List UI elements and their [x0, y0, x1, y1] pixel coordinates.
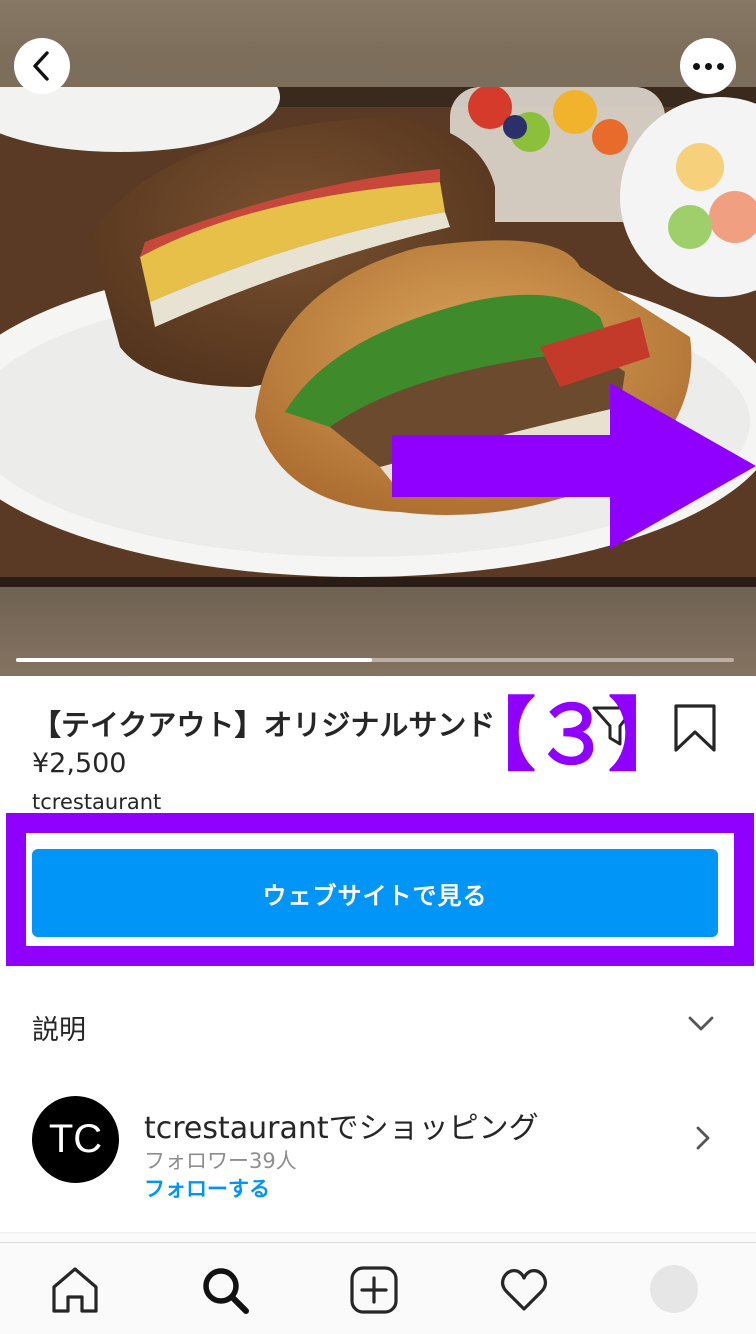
- product-price: ¥2,500: [32, 748, 127, 779]
- product-image-carousel[interactable]: [0, 0, 756, 676]
- profile-avatar[interactable]: [650, 1265, 698, 1313]
- annotation-step-label: 【３】: [456, 689, 688, 782]
- back-button[interactable]: [14, 38, 70, 94]
- hero-bottom-fade: [0, 587, 756, 676]
- follow-button[interactable]: フォローする: [144, 1173, 270, 1203]
- view-website-button[interactable]: ウェブサイトで見る: [32, 849, 718, 937]
- description-label[interactable]: 説明: [32, 1008, 86, 1047]
- section-divider: [0, 1232, 756, 1242]
- carousel-progress-fill: [16, 658, 373, 662]
- heart-icon[interactable]: [499, 1265, 549, 1315]
- shop-title[interactable]: tcrestaurantでショッピング: [144, 1103, 539, 1147]
- ellipsis-icon: [692, 62, 724, 70]
- chevron-left-icon: [33, 51, 49, 81]
- bottom-navigation: [0, 1242, 756, 1334]
- search-icon[interactable]: [200, 1265, 250, 1315]
- product-title: 【テイクアウト】オリジナルサンド: [32, 708, 496, 742]
- chevron-right-icon[interactable]: [692, 1124, 714, 1152]
- shop-followers: フォロワー39人: [144, 1149, 297, 1173]
- chevron-down-icon[interactable]: [686, 1010, 716, 1036]
- home-icon[interactable]: [50, 1265, 100, 1315]
- shop-avatar[interactable]: TC: [32, 1096, 119, 1183]
- annotation-arrow-icon: [392, 383, 756, 549]
- carousel-progress-bar: [16, 658, 734, 662]
- more-options-button[interactable]: [680, 38, 736, 94]
- merchant-name[interactable]: tcrestaurant: [32, 790, 161, 814]
- add-icon[interactable]: [349, 1265, 399, 1315]
